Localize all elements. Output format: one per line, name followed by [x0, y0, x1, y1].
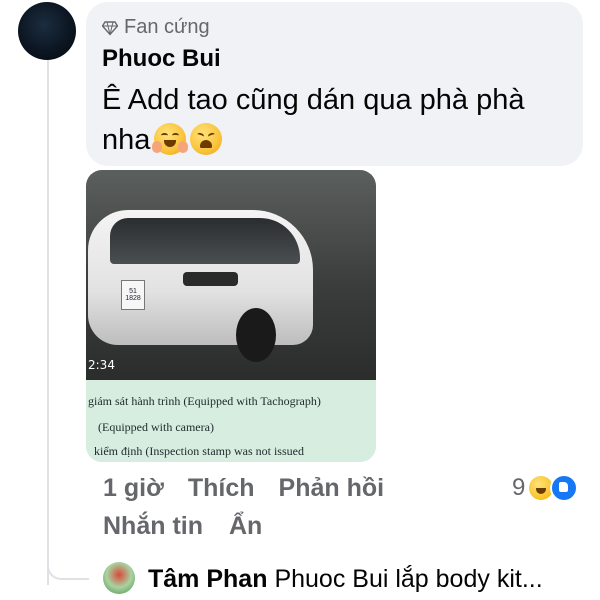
author-avatar[interactable]	[18, 2, 76, 60]
doc-line: giám sát hành trình (Equipped with Tacho…	[88, 394, 321, 408]
hide-button[interactable]: Ẩn	[229, 512, 262, 541]
reply-button[interactable]: Phản hồi	[279, 474, 385, 503]
reply-author-avatar[interactable]	[103, 562, 135, 594]
badge-label: Fan cứng	[124, 16, 210, 38]
hugging-face-emoji	[152, 123, 189, 155]
comment-author[interactable]: Phuoc Bui	[102, 45, 221, 73]
car-body: 51 1828	[88, 210, 313, 362]
document-section: giám sát hành trình (Equipped with Tacho…	[86, 380, 376, 462]
fan-badge: Fan cứng	[102, 16, 210, 39]
comment-thread: Fan cứng Phuoc Bui Ê Add tao cũng dán qu…	[0, 0, 600, 600]
comment-text: Ê Add tao cũng dán qua phà phà nha	[102, 80, 562, 160]
diamond-icon	[102, 20, 118, 36]
attached-photo[interactable]: 51 1828 2:34 giám sát hành trình (Equipp…	[86, 170, 376, 462]
like-button[interactable]: Thích	[188, 474, 255, 503]
car-tail-light	[183, 272, 238, 286]
reaction-count: 9	[512, 474, 526, 501]
message-button[interactable]: Nhắn tin	[103, 512, 203, 541]
video-timestamp: 2:34	[88, 358, 115, 372]
doc-line: kiểm định (Inspection stamp was not issu…	[94, 444, 304, 458]
comment-actions-secondary: Nhắn tin Ẩn	[103, 512, 262, 541]
reaction-summary[interactable]: 9	[512, 474, 579, 502]
tired-face-emoji	[190, 123, 223, 155]
reply-author[interactable]: Tâm Phan	[148, 565, 267, 593]
car-wheel	[236, 308, 276, 362]
reply-connector-line	[47, 560, 89, 580]
like-icon	[550, 474, 579, 502]
reply-text: Phuoc Bui lắp body kit...	[274, 565, 543, 593]
comment-actions: 1 giờ Thích Phản hồi	[103, 474, 384, 503]
car-photo: 51 1828 2:34	[86, 170, 376, 380]
car-window	[110, 218, 300, 264]
reply-preview[interactable]: Tâm Phan Phuoc Bui lắp body kit...	[148, 565, 543, 594]
thread-line	[47, 60, 49, 585]
license-plate: 51 1828	[121, 280, 145, 310]
comment-time[interactable]: 1 giờ	[103, 474, 164, 503]
doc-line: (Equipped with camera)	[98, 420, 214, 434]
comment-bubble: Fan cứng Phuoc Bui Ê Add tao cũng dán qu…	[86, 2, 583, 166]
